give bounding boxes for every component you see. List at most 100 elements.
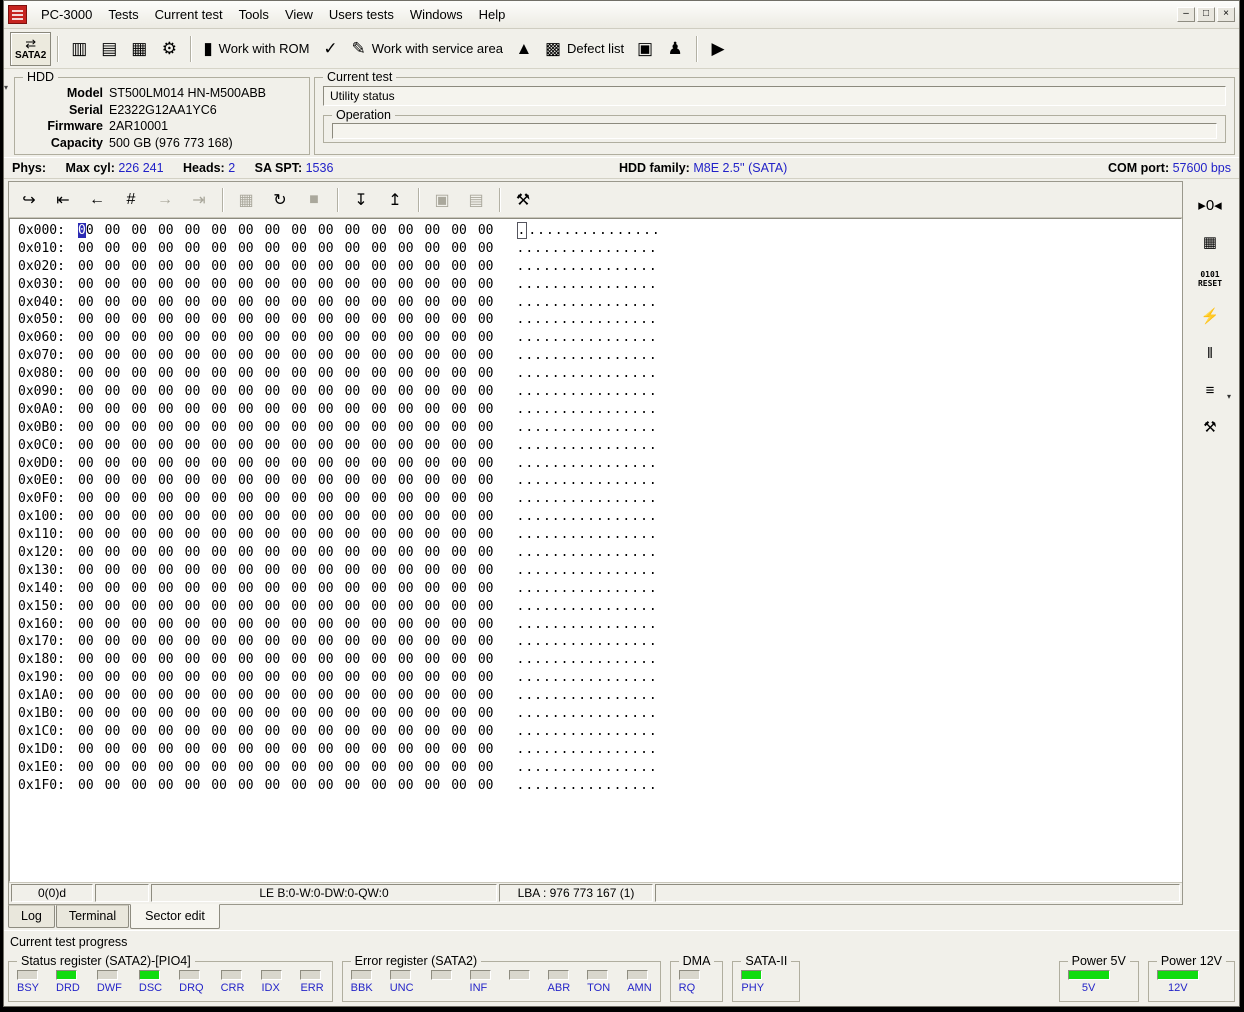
hex-ascii[interactable]: ................ xyxy=(516,222,661,239)
hex-byte[interactable]: 00 xyxy=(371,777,387,795)
hex-row[interactable]: 0x1F0: 00 00 00 00 00 00 00 00 00 00 00 00 00 00 00 00..… xyxy=(18,777,1181,795)
hex-byte[interactable]: 00 xyxy=(265,383,281,401)
hex-byte[interactable]: 00 xyxy=(371,741,387,759)
hex-byte[interactable]: 00 xyxy=(238,508,254,526)
hex-byte[interactable]: 00 xyxy=(238,240,254,258)
hex-byte[interactable]: 00 xyxy=(185,633,201,651)
hex-ascii[interactable]: ................ xyxy=(517,581,658,596)
hex-ascii[interactable]: ................ xyxy=(517,312,658,327)
hex-byte[interactable]: 00 xyxy=(478,455,494,473)
hex-byte[interactable]: 00 xyxy=(105,741,121,759)
hex-byte[interactable]: 00 xyxy=(425,222,441,240)
hex-byte[interactable]: 00 xyxy=(451,580,467,598)
hex-byte[interactable]: 00 xyxy=(291,472,307,490)
hex-byte[interactable]: 00 xyxy=(451,437,467,455)
hex-byte[interactable]: 00 xyxy=(371,383,387,401)
hex-byte[interactable]: 00 xyxy=(451,687,467,705)
hex-byte[interactable]: 00 xyxy=(105,490,121,508)
hex-byte[interactable]: 00 xyxy=(291,705,307,723)
hex-byte[interactable]: 00 xyxy=(211,490,227,508)
hex-byte[interactable]: 00 xyxy=(371,616,387,634)
hex-byte[interactable]: 00 xyxy=(478,633,494,651)
hex-byte[interactable]: 00 xyxy=(291,723,307,741)
hex-byte[interactable]: 00 xyxy=(478,347,494,365)
hex-byte[interactable]: 00 xyxy=(371,240,387,258)
hex-byte[interactable]: 00 xyxy=(451,777,467,795)
hex-byte[interactable]: 00 xyxy=(451,311,467,329)
hex-byte[interactable]: 00 xyxy=(371,472,387,490)
hex-byte[interactable]: 00 xyxy=(131,329,147,347)
hex-byte[interactable]: 00 xyxy=(451,347,467,365)
hex-byte[interactable]: 00 xyxy=(131,651,147,669)
hex-byte[interactable]: 00 xyxy=(238,383,254,401)
hex-row[interactable]: 0x030: 00 00 00 00 00 00 00 00 00 00 00 00 00 00 00 00..… xyxy=(18,276,1181,294)
hex-byte[interactable]: 00 xyxy=(185,741,201,759)
hex-byte[interactable]: 00 xyxy=(105,329,121,347)
collapse-arrow-icon[interactable]: ▾ xyxy=(4,83,8,92)
hex-row[interactable]: 0x010: 00 00 00 00 00 00 00 00 00 00 00 00 00 00 00 00..… xyxy=(18,240,1181,258)
hex-byte[interactable]: 00 xyxy=(451,544,467,562)
hex-byte[interactable]: 00 xyxy=(78,687,94,705)
hex-byte[interactable]: 00 xyxy=(265,741,281,759)
hex-byte[interactable]: 00 xyxy=(425,759,441,777)
tab-log[interactable]: Log xyxy=(8,905,55,928)
hex-ascii[interactable]: ................ xyxy=(517,491,658,506)
hex-byte[interactable]: 00 xyxy=(78,401,94,419)
hex-byte[interactable]: 00 xyxy=(158,651,174,669)
hex-ascii[interactable]: ................ xyxy=(517,563,658,578)
hex-row[interactable]: 0x190: 00 00 00 00 00 00 00 00 00 00 00 00 00 00 00 00..… xyxy=(18,669,1181,687)
hex-byte[interactable]: 00 xyxy=(78,651,94,669)
hex-row[interactable]: 0x100: 00 00 00 00 00 00 00 00 00 00 00 00 00 00 00 00..… xyxy=(18,508,1181,526)
hex-byte[interactable]: 00 xyxy=(211,472,227,490)
hex-ascii[interactable]: ................ xyxy=(517,527,658,542)
hex-byte[interactable]: 00 xyxy=(265,240,281,258)
hex-byte[interactable]: 00 xyxy=(185,705,201,723)
hex-byte[interactable]: 00 xyxy=(451,294,467,312)
menu-view[interactable]: View xyxy=(277,4,321,25)
hex-byte[interactable]: 00 xyxy=(451,598,467,616)
exit-sector-edit-button[interactable]: ↪ xyxy=(13,186,45,214)
hex-byte[interactable]: 00 xyxy=(185,383,201,401)
hex-byte[interactable]: 00 xyxy=(345,222,361,240)
hex-byte[interactable]: 00 xyxy=(185,240,201,258)
hex-byte[interactable]: 00 xyxy=(318,526,334,544)
menu-windows[interactable]: Windows xyxy=(402,4,471,25)
restore-button[interactable]: □ xyxy=(1197,7,1215,22)
hex-byte[interactable]: 00 xyxy=(238,777,254,795)
hex-byte[interactable]: 00 xyxy=(451,401,467,419)
hex-byte[interactable]: 00 xyxy=(291,508,307,526)
hex-byte[interactable]: 00 xyxy=(345,240,361,258)
hex-byte[interactable]: 00 xyxy=(158,490,174,508)
hex-byte[interactable]: 00 xyxy=(398,437,414,455)
hex-byte[interactable]: 00 xyxy=(158,455,174,473)
hex-byte[interactable]: 00 xyxy=(78,705,94,723)
hex-byte[interactable]: 00 xyxy=(371,419,387,437)
hex-ascii[interactable]: ................ xyxy=(517,277,658,292)
refresh-options-button[interactable]: ↻ xyxy=(264,186,296,214)
hex-row[interactable]: 0x160: 00 00 00 00 00 00 00 00 00 00 00 00 00 00 00 00..… xyxy=(18,616,1181,634)
hex-byte[interactable]: 00 xyxy=(345,329,361,347)
hex-byte[interactable]: 00 xyxy=(291,616,307,634)
hex-ascii[interactable]: ................ xyxy=(517,778,658,793)
hex-ascii[interactable]: ................ xyxy=(517,652,658,667)
hex-byte[interactable]: 00 xyxy=(185,311,201,329)
hex-byte[interactable]: 00 xyxy=(265,419,281,437)
hex-byte[interactable]: 00 xyxy=(371,759,387,777)
hex-byte[interactable]: 00 xyxy=(451,526,467,544)
hex-byte[interactable]: 00 xyxy=(425,705,441,723)
hex-byte[interactable]: 00 xyxy=(185,222,201,240)
reset-button[interactable]: 0101 RESET xyxy=(1192,265,1228,293)
hex-byte[interactable]: 00 xyxy=(185,616,201,634)
hex-byte[interactable]: 00 xyxy=(78,383,94,401)
hex-byte[interactable]: 00 xyxy=(345,723,361,741)
hex-byte[interactable]: 00 xyxy=(318,651,334,669)
hex-byte[interactable]: 00 xyxy=(238,741,254,759)
menu-users-tests[interactable]: Users tests xyxy=(321,4,402,25)
hex-byte[interactable]: 00 xyxy=(478,598,494,616)
hex-byte[interactable]: 00 xyxy=(398,455,414,473)
hex-byte[interactable]: 00 xyxy=(291,419,307,437)
hex-byte[interactable]: 00 xyxy=(451,759,467,777)
hex-byte[interactable]: 00 xyxy=(211,365,227,383)
hex-row[interactable]: 0x080: 00 00 00 00 00 00 00 00 00 00 00 00 00 00 00 00..… xyxy=(18,365,1181,383)
hex-byte[interactable]: 00 xyxy=(345,651,361,669)
